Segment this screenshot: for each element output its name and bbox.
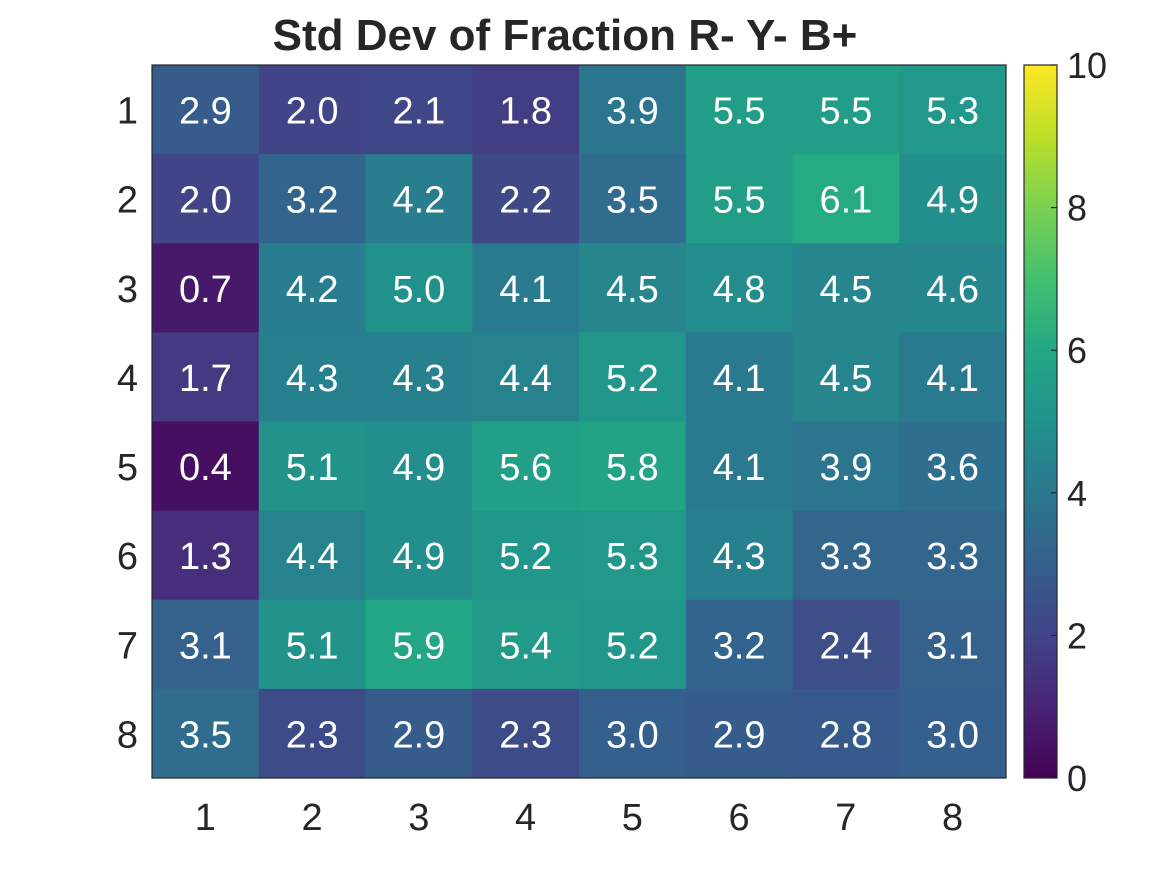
colorbar-tick-label: 2 bbox=[1067, 615, 1087, 656]
cell-value-label: 3.1 bbox=[926, 625, 979, 667]
cell-value-label: 4.8 bbox=[713, 269, 766, 311]
cell-value-label: 2.3 bbox=[499, 714, 552, 756]
y-tick-label: 5 bbox=[117, 447, 138, 489]
cell-value-label: 3.2 bbox=[713, 625, 766, 667]
x-tick-label: 7 bbox=[835, 797, 856, 839]
x-tick-label: 3 bbox=[408, 797, 429, 839]
cell-value-label: 2.4 bbox=[819, 625, 872, 667]
colorbar bbox=[1023, 64, 1058, 779]
y-tick-label: 7 bbox=[117, 625, 138, 667]
cell-value-label: 5.1 bbox=[286, 625, 339, 667]
x-tick-label: 6 bbox=[729, 797, 750, 839]
cell-value-label: 4.3 bbox=[286, 358, 339, 400]
cell-value-label: 3.2 bbox=[286, 180, 339, 222]
cell-value-label: 4.3 bbox=[713, 536, 766, 578]
cell-value-label: 3.9 bbox=[606, 91, 659, 133]
cell-value-label: 3.5 bbox=[179, 714, 232, 756]
chart-title: Std Dev of Fraction R- Y- B+ bbox=[273, 11, 858, 60]
colorbar-tick-label: 4 bbox=[1067, 473, 1087, 514]
colorbar-tick-label: 6 bbox=[1067, 330, 1087, 371]
cell-value-label: 4.4 bbox=[286, 536, 339, 578]
cell-value-label: 2.3 bbox=[286, 714, 339, 756]
cell-value-label: 4.9 bbox=[392, 536, 445, 578]
cell-value-label: 5.3 bbox=[606, 536, 659, 578]
cell-value-label: 5.2 bbox=[499, 536, 552, 578]
x-tick-label: 5 bbox=[622, 797, 643, 839]
y-tick-label: 3 bbox=[117, 269, 138, 311]
cell-value-label: 2.1 bbox=[392, 91, 445, 133]
cell-value-label: 1.3 bbox=[179, 536, 232, 578]
cell-value-label: 2.0 bbox=[179, 180, 232, 222]
cell-value-label: 5.0 bbox=[392, 269, 445, 311]
cell-value-label: 4.1 bbox=[713, 447, 766, 489]
cell-value-label: 4.9 bbox=[392, 447, 445, 489]
cell-value-label: 3.5 bbox=[606, 180, 659, 222]
cell-value-label: 4.5 bbox=[819, 358, 872, 400]
cell-value-label: 3.0 bbox=[926, 714, 979, 756]
x-tick-label: 1 bbox=[195, 797, 216, 839]
cell-value-label: 3.0 bbox=[606, 714, 659, 756]
cell-value-label: 5.5 bbox=[713, 91, 766, 133]
cell-value-label: 1.8 bbox=[499, 91, 552, 133]
cell-value-label: 5.4 bbox=[499, 625, 552, 667]
cell-value-label: 5.3 bbox=[926, 91, 979, 133]
cell-value-label: 4.2 bbox=[286, 269, 339, 311]
cell-value-label: 4.3 bbox=[392, 358, 445, 400]
cell-value-label: 5.2 bbox=[606, 625, 659, 667]
cell-value-label: 3.6 bbox=[926, 447, 979, 489]
heatmap-chart: Std Dev of Fraction R- Y- B+ 2.9 2.0 2.1 1.… bbox=[117, 11, 1107, 839]
cell-value-label: 5.9 bbox=[392, 625, 445, 667]
cell-value-label: 4.5 bbox=[606, 269, 659, 311]
y-tick-label: 6 bbox=[117, 536, 138, 578]
x-tick-label: 2 bbox=[302, 797, 323, 839]
cell-value-label: 5.5 bbox=[819, 91, 872, 133]
y-tick-label: 2 bbox=[117, 180, 138, 222]
cell-value-label: 2.2 bbox=[499, 180, 552, 222]
cell-value-label: 2.9 bbox=[179, 91, 232, 133]
cell-value-label: 5.2 bbox=[606, 358, 659, 400]
cell-value-label: 3.3 bbox=[926, 536, 979, 578]
colorbar-tick-label: 10 bbox=[1067, 45, 1107, 86]
colorbar-tick-label: 0 bbox=[1067, 758, 1087, 799]
cell-value-label: 6.1 bbox=[819, 180, 872, 222]
cell-value-label: 4.1 bbox=[499, 269, 552, 311]
cell-value-label: 4.9 bbox=[926, 180, 979, 222]
cell-value-label: 3.1 bbox=[179, 625, 232, 667]
heatmap-cells bbox=[152, 65, 1007, 779]
y-tick-label: 8 bbox=[117, 714, 138, 756]
y-tick-label: 1 bbox=[117, 91, 138, 133]
cell-value-label: 5.1 bbox=[286, 447, 339, 489]
colorbar-tick-label: 8 bbox=[1067, 188, 1087, 229]
cell-value-label: 0.7 bbox=[179, 269, 232, 311]
cell-value-label: 5.5 bbox=[713, 180, 766, 222]
cell-value-label: 2.9 bbox=[392, 714, 445, 756]
y-axis-tick-labels: 1 2 3 4 5 6 7 8 bbox=[117, 91, 138, 757]
cell-value-label: 5.6 bbox=[499, 447, 552, 489]
cell-value-label: 5.8 bbox=[606, 447, 659, 489]
y-tick-label: 4 bbox=[117, 358, 138, 400]
x-tick-label: 4 bbox=[515, 797, 536, 839]
cell-value-label: 4.4 bbox=[499, 358, 552, 400]
cell-value-label: 3.3 bbox=[819, 536, 872, 578]
colorbar-ticks: 0 2 4 6 8 10 bbox=[1051, 45, 1107, 799]
cell-value-label: 4.1 bbox=[713, 358, 766, 400]
cell-value-label: 4.1 bbox=[926, 358, 979, 400]
cell-value-label: 3.9 bbox=[819, 447, 872, 489]
cell-value-label: 1.7 bbox=[179, 358, 232, 400]
cell-value-label: 0.4 bbox=[179, 447, 232, 489]
cell-value-label: 4.5 bbox=[819, 269, 872, 311]
cell-value-label: 4.6 bbox=[926, 269, 979, 311]
cell-value-label: 2.9 bbox=[713, 714, 766, 756]
x-axis-tick-labels: 1 2 3 4 5 6 7 8 bbox=[195, 797, 963, 839]
cell-value-label: 2.8 bbox=[819, 714, 872, 756]
cell-value-label: 4.2 bbox=[392, 180, 445, 222]
cell-value-label: 2.0 bbox=[286, 91, 339, 133]
x-tick-label: 8 bbox=[942, 797, 963, 839]
